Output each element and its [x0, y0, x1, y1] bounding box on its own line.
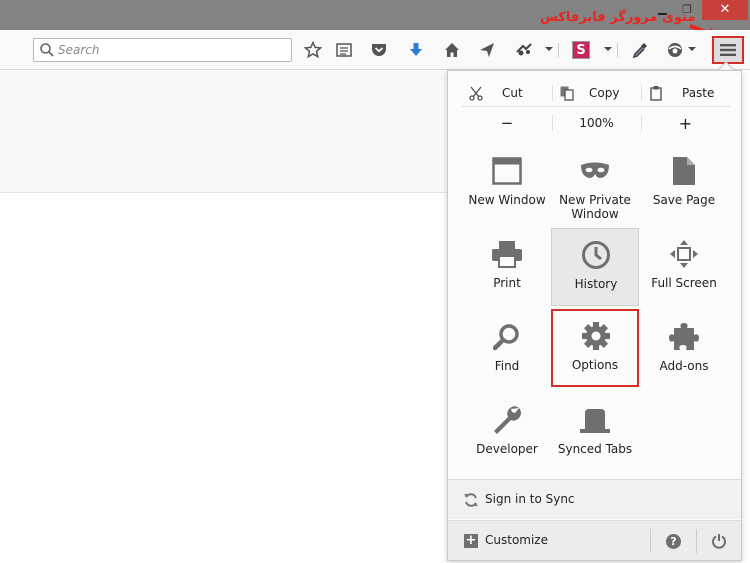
search-input[interactable]: [58, 41, 286, 59]
zoom-out-button[interactable]: −: [462, 109, 552, 137]
nav-toolbar: S: [0, 30, 750, 70]
new-private-window-label-line2: Window: [571, 207, 619, 221]
s-extension-dropdown-caret[interactable]: [604, 47, 612, 51]
identity-icon: [668, 43, 682, 57]
power-icon: [712, 534, 726, 549]
reading-list-button[interactable]: [332, 38, 356, 62]
downloads-icon: [410, 43, 422, 56]
downloads-button[interactable]: [404, 38, 428, 62]
new-private-window-label-line1: New Private: [559, 193, 631, 207]
synced-tabs-icon: [579, 404, 611, 436]
wrench-icon: [491, 404, 523, 436]
clipboard-icon: [650, 86, 662, 101]
sync-label: Sign in to Sync: [485, 492, 575, 506]
plus-icon: +: [464, 533, 478, 548]
edit-divider: [641, 85, 642, 101]
developer-label: Developer: [476, 442, 538, 456]
home-icon: [445, 43, 459, 57]
identity-button[interactable]: [664, 38, 688, 62]
synced-tabs-label: Synced Tabs: [557, 442, 633, 456]
zoom-reset-button[interactable]: 100%: [552, 109, 641, 137]
toolbar-divider: [617, 43, 618, 57]
s-extension-button[interactable]: S: [569, 38, 593, 62]
print-label: Print: [493, 276, 521, 290]
developer-button[interactable]: Developer: [463, 394, 551, 472]
options-button[interactable]: Options: [551, 309, 639, 387]
help-button[interactable]: ?: [651, 521, 696, 561]
puzzle-piece-icon: [668, 321, 700, 353]
pocket-icon: [372, 44, 386, 56]
printer-icon: [491, 238, 523, 270]
close-button[interactable]: ✕: [702, 0, 748, 20]
help-icon: ?: [666, 533, 681, 549]
synced-tabs-button[interactable]: Synced Tabs: [551, 394, 639, 472]
addons-button[interactable]: Add-ons: [640, 311, 728, 389]
eyedropper-button[interactable]: [628, 38, 652, 62]
quit-button[interactable]: [697, 521, 741, 561]
copy-button[interactable]: Copy: [559, 79, 644, 107]
full-screen-label: Full Screen: [651, 276, 717, 290]
pocket-button[interactable]: [367, 38, 391, 62]
edit-divider: [552, 85, 553, 101]
edit-controls-row: Cut Copy Paste: [462, 79, 730, 107]
title-bar: ❐ ✕ منوی مرورگر فایرفاکس: [0, 0, 750, 37]
save-page-icon: [668, 155, 700, 187]
extension-dropdown-caret[interactable]: [545, 47, 553, 51]
history-label: History: [574, 277, 618, 291]
history-button[interactable]: History: [551, 228, 639, 306]
menu-footer: + Customize ?: [448, 520, 741, 560]
open-menu-button[interactable]: [712, 36, 744, 64]
full-screen-button[interactable]: Full Screen: [640, 228, 728, 306]
copy-label: Copy: [589, 86, 620, 100]
save-page-button[interactable]: Save Page: [640, 145, 728, 223]
share-icon: [480, 43, 494, 57]
firefox-menu-panel: Cut Copy Paste − 100% + New Window New P…: [447, 70, 742, 561]
identity-dropdown-caret[interactable]: [688, 47, 696, 51]
magnifier-icon: [491, 321, 523, 353]
find-label: Find: [494, 359, 520, 373]
print-button[interactable]: Print: [463, 228, 551, 306]
save-page-label: Save Page: [652, 193, 716, 207]
new-window-button[interactable]: New Window: [463, 145, 551, 223]
addons-label: Add-ons: [659, 359, 709, 373]
extension-icon: [516, 43, 532, 56]
zoom-controls-row: − 100% +: [462, 109, 730, 137]
home-button[interactable]: [440, 38, 464, 62]
private-mask-icon: [579, 155, 611, 187]
scissors-icon: [469, 86, 483, 101]
paste-button[interactable]: Paste: [648, 79, 728, 107]
new-window-label: New Window: [468, 193, 546, 207]
customize-button[interactable]: + Customize: [448, 521, 648, 561]
page-content-area: [0, 71, 448, 193]
star-icon: [304, 41, 322, 59]
search-icon: [40, 43, 54, 57]
extension-button[interactable]: [512, 38, 536, 62]
paste-label: Paste: [682, 86, 715, 100]
copy-icon: [560, 86, 574, 101]
share-button[interactable]: [475, 38, 499, 62]
bookmark-star-button[interactable]: [301, 38, 325, 62]
options-label: Options: [571, 358, 619, 372]
reading-list-icon: [336, 43, 352, 57]
new-private-window-label: New Private Window: [551, 193, 639, 221]
new-window-icon: [491, 155, 523, 187]
find-button[interactable]: Find: [463, 311, 551, 389]
hamburger-menu-icon: [720, 44, 736, 56]
new-private-window-button[interactable]: New Private Window: [551, 145, 639, 223]
sync-icon: [464, 493, 478, 507]
cut-button[interactable]: Cut: [468, 79, 548, 107]
toolbar-divider: [558, 43, 559, 57]
s-extension-icon: S: [572, 41, 590, 59]
search-box[interactable]: [33, 38, 292, 62]
full-screen-icon: [668, 238, 700, 270]
gear-icon: [580, 320, 612, 352]
zoom-in-button[interactable]: +: [641, 109, 730, 137]
customize-label: Customize: [485, 533, 548, 547]
cut-label: Cut: [502, 86, 523, 100]
sign-in-to-sync-button[interactable]: Sign in to Sync: [448, 479, 741, 519]
annotation-label: منوی مرورگر فایرفاکس: [540, 10, 696, 25]
eyedropper-icon: [632, 43, 647, 59]
clock-icon: [580, 239, 612, 271]
